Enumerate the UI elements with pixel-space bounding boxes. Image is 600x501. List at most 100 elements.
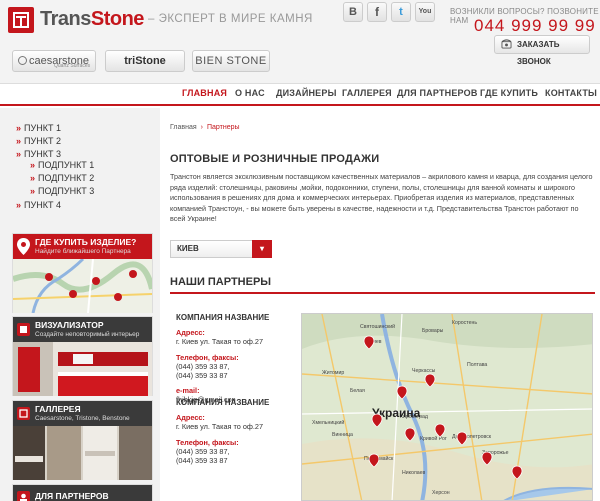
sidebar-item-label: ПОДПУНКТ 1 (38, 160, 95, 170)
chevron-right-icon: » (16, 200, 22, 210)
intro-text: Транстон является эксклюзивным поставщик… (170, 172, 593, 224)
address-label: Адресс: (176, 328, 205, 338)
brand-accent: Stone (90, 8, 145, 30)
city-select-value: КИЕВ (177, 244, 199, 253)
card-subtitle: Caesarstone, Tristone, Benstone (35, 415, 130, 422)
chevron-right-icon: » (16, 123, 22, 133)
chevron-right-icon: » (30, 160, 36, 170)
brand-tristone-button[interactable]: triStone (105, 50, 185, 72)
facebook-icon[interactable]: f (367, 2, 387, 22)
tristone-label: triStone (124, 55, 166, 67)
sidebar-item-1[interactable]: » ПУНКТ 1 (16, 123, 61, 133)
sidebar-item-label: ПОДПУНКТ 2 (38, 173, 95, 183)
nav-partners[interactable]: ДЛЯ ПАРТНЕРОВ (397, 88, 478, 98)
card-title: ДЛЯ ПАРТНЕРОВ (35, 491, 109, 501)
breadcrumb: Главная › Партнеры (170, 124, 240, 131)
chevron-right-icon: » (16, 136, 22, 146)
chevron-right-icon: » (30, 173, 36, 183)
card-title: ГДЕ КУПИТЬ ИЗДЕЛИЕ? (35, 237, 137, 247)
nav-gallery[interactable]: ГАЛЛЕРЕЯ (342, 88, 392, 98)
main-nav: ГЛАВНАЯ О НАС ДИЗАЙНЕРЫ ГАЛЛЕРЕЯ ДЛЯ ПАР… (0, 84, 600, 106)
company-name[interactable]: КОМПАНИЯ НАЗВАНИЕ (176, 313, 269, 322)
map-city-label: Николаев (402, 470, 426, 476)
page-title: ОПТОВЫЕ И РОЗНИЧНЫЕ ПРОДАЖИ (170, 153, 380, 165)
map-city-label: Житомир (322, 370, 344, 376)
chevron-right-icon: › (200, 124, 203, 131)
sidebar-item-label: ПУНКТ 1 (24, 123, 61, 133)
breadcrumb-current: Партнеры (207, 124, 240, 131)
sidebar-item-4[interactable]: » ПУНКТ 4 (16, 200, 61, 210)
section-divider (170, 292, 595, 294)
sidebar-subitem-2[interactable]: » ПОДПУНКТ 2 (30, 173, 94, 183)
gallery-image (13, 426, 152, 480)
map-city-label: Херсон (432, 490, 450, 496)
youtube-icon[interactable]: You (415, 2, 435, 22)
visualizer-card[interactable]: ВИЗУАЛИЗАТОР Создайте неповторимый интер… (12, 316, 153, 396)
map-city-label: Святошинский (360, 323, 395, 330)
sidebar-subitem-3[interactable]: » ПОДПУНКТ 3 (30, 186, 94, 196)
chevron-right-icon: » (30, 186, 36, 196)
vk-icon[interactable]: B (343, 2, 363, 22)
chevron-down-icon[interactable]: ▾ (252, 240, 272, 258)
company-entry: КОМПАНИЯ НАЗВАНИЕ Адресс: г. Киев ул. Та… (176, 398, 269, 465)
phone-icon (501, 39, 512, 49)
phone-value: (044) 359 33 87 (176, 456, 228, 466)
palette-icon (17, 323, 30, 336)
phone-value: (044) 359 33 87, (176, 361, 230, 371)
phone-value: (044) 359 33 87, (176, 446, 230, 456)
tagline: – ЭКСПЕРТ В МИРЕ КАМНЯ (148, 13, 313, 25)
nav-about[interactable]: О НАС (235, 88, 265, 98)
order-call-label: ЗАКАЗАТЬ ЗВОНОК (517, 40, 560, 66)
card-title: ВИЗУАЛИЗАТОР (35, 320, 104, 330)
partners-icon (17, 491, 30, 501)
brand-logo[interactable]: TransStone (40, 8, 144, 31)
city-select[interactable]: КИЕВ ▾ (170, 240, 272, 258)
map-pin-icon (17, 238, 30, 255)
nav-contacts[interactable]: КОНТАКТЫ (545, 88, 597, 98)
chevron-right-icon: » (16, 149, 22, 159)
mini-map-image (13, 259, 152, 313)
email-label: e-mail: (176, 386, 200, 396)
breadcrumb-home[interactable]: Главная (170, 124, 197, 131)
sidebar-item-label: ПУНКТ 2 (24, 136, 61, 146)
map-city-label: Коростень (452, 320, 477, 326)
sidebar-item-label: ПУНКТ 3 (24, 149, 61, 159)
company-name[interactable]: КОМПАНИЯ НАЗВАНИЕ (176, 398, 269, 407)
brand-bienstone-button[interactable]: BIEN STONE (192, 50, 270, 72)
where-to-buy-card[interactable]: ГДЕ КУПИТЬ ИЗДЕЛИЕ? Найдите ближайшего П… (12, 233, 153, 313)
card-subtitle: Найдите ближайшего Партнера (35, 248, 131, 255)
card-header (13, 401, 152, 426)
kitchen-image (13, 342, 152, 396)
sidebar-subitem-1[interactable]: » ПОДПУНКТ 1 (30, 160, 94, 170)
card-title: ГАЛЛЕРЕЯ (35, 404, 81, 414)
map-city-label: Черкассы (412, 368, 436, 374)
map-city-label: Белая (350, 388, 365, 394)
header-phone[interactable]: 044 999 99 99 (474, 16, 596, 36)
card-subtitle: Создайте неповторимый интерьер (35, 331, 140, 338)
map-image: Святошинский Киев Бровары Коростень Жито… (302, 314, 592, 500)
nav-where-to-buy[interactable]: ГДЕ КУПИТЬ (480, 88, 538, 98)
partners-title: НАШИ ПАРТНЕРЫ (170, 276, 272, 288)
partners-card[interactable]: ДЛЯ ПАРТНЕРОВ (12, 484, 153, 501)
gallery-icon (17, 407, 30, 420)
gallery-card[interactable]: ГАЛЛЕРЕЯ Caesarstone, Tristone, Benstone (12, 400, 153, 480)
map-city-label: Винница (332, 432, 353, 438)
brand-main: Trans (40, 8, 91, 30)
twitter-icon[interactable]: t (391, 2, 411, 22)
nav-home[interactable]: ГЛАВНАЯ (182, 88, 227, 98)
logo-icon[interactable] (8, 7, 34, 33)
sidebar-item-label: ПУНКТ 4 (24, 200, 61, 210)
sidebar: » ПУНКТ 1 » ПУНКТ 2 » ПУНКТ 3 » ПОДПУНКТ 1 »… (0, 108, 160, 501)
map-city-label: Хмельницкий (312, 419, 344, 426)
map-city-label: Полтава (467, 362, 487, 368)
order-call-button[interactable]: ЗАКАЗАТЬ ЗВОНОК (494, 35, 590, 66)
sidebar-item-3[interactable]: » ПУНКТ 3 (16, 149, 61, 159)
nav-designers[interactable]: ДИЗАЙНЕРЫ (276, 88, 337, 98)
phone-label: Телефон, факсы: (176, 352, 239, 362)
caesarstone-sub: Quartz Surfaces (54, 63, 91, 69)
address-value: г. Киев ул. Такая то оф.27 (176, 422, 264, 432)
partners-map[interactable]: Святошинский Киев Бровары Коростень Жито… (301, 313, 593, 501)
map-city-label: Кривой Рог (420, 435, 447, 442)
sidebar-item-2[interactable]: » ПУНКТ 2 (16, 136, 61, 146)
address-label: Адресс: (176, 413, 205, 423)
